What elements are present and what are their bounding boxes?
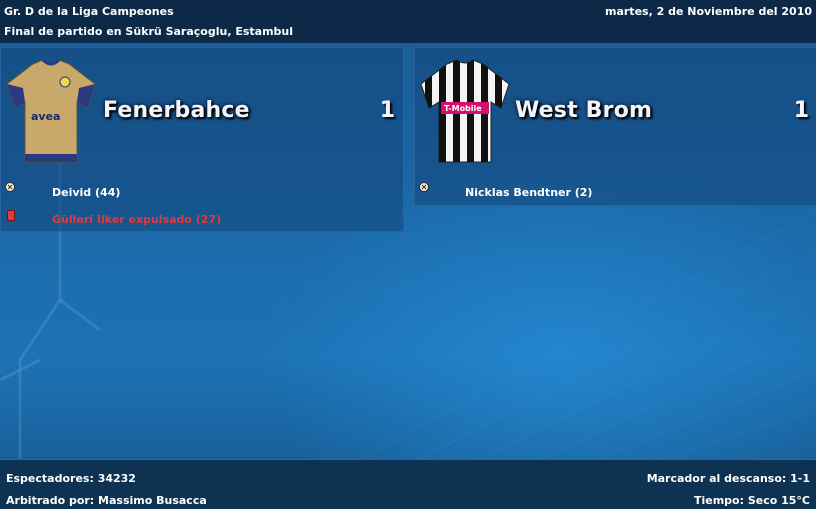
away-kit-sponsor: T-Mobile: [444, 104, 482, 113]
away-score: 1: [793, 98, 809, 123]
attendance-label: Espectadores: 34232: [6, 472, 136, 485]
home-kit-sponsor: avea: [31, 110, 60, 123]
ball-icon: [5, 182, 15, 192]
home-kit-icon: avea: [6, 58, 96, 163]
match-date: martes, 2 de Noviembre del 2010: [605, 5, 812, 18]
match-header: Gr. D de la Liga Campeones martes, 2 de …: [0, 0, 816, 44]
match-status-venue: Final de partido en Sükrü Saraçoglu, Est…: [4, 25, 294, 38]
away-event-goal: Nicklas Bendtner (2): [465, 186, 593, 199]
half-time-score: Marcador al descanso: 1-1: [646, 472, 810, 485]
match-footer: Espectadores: 34232 Arbitrado por: Massi…: [0, 459, 816, 509]
ball-icon: [419, 182, 429, 192]
home-event-goal: Deivid (44): [52, 186, 121, 199]
away-team-panel: T-Mobile West Brom 1 Nicklas Bendtner (2…: [414, 47, 816, 206]
home-team-panel: avea Fenerbahce 1 Deivid (44) Gülleri Il…: [0, 47, 404, 232]
home-score: 1: [379, 98, 395, 123]
home-event-red-card: Gülleri Ilker expulsado (27): [52, 213, 222, 226]
red-card-icon: [7, 210, 15, 221]
referee-label: Arbitrado por: Massimo Busacca: [6, 494, 207, 507]
home-team-name[interactable]: Fenerbahce: [103, 98, 250, 123]
weather-label: Tiempo: Seco 15°C: [693, 494, 810, 507]
competition-label: Gr. D de la Liga Campeones: [4, 5, 174, 18]
away-kit-icon: T-Mobile: [420, 59, 510, 163]
away-team-name[interactable]: West Brom: [515, 98, 652, 123]
